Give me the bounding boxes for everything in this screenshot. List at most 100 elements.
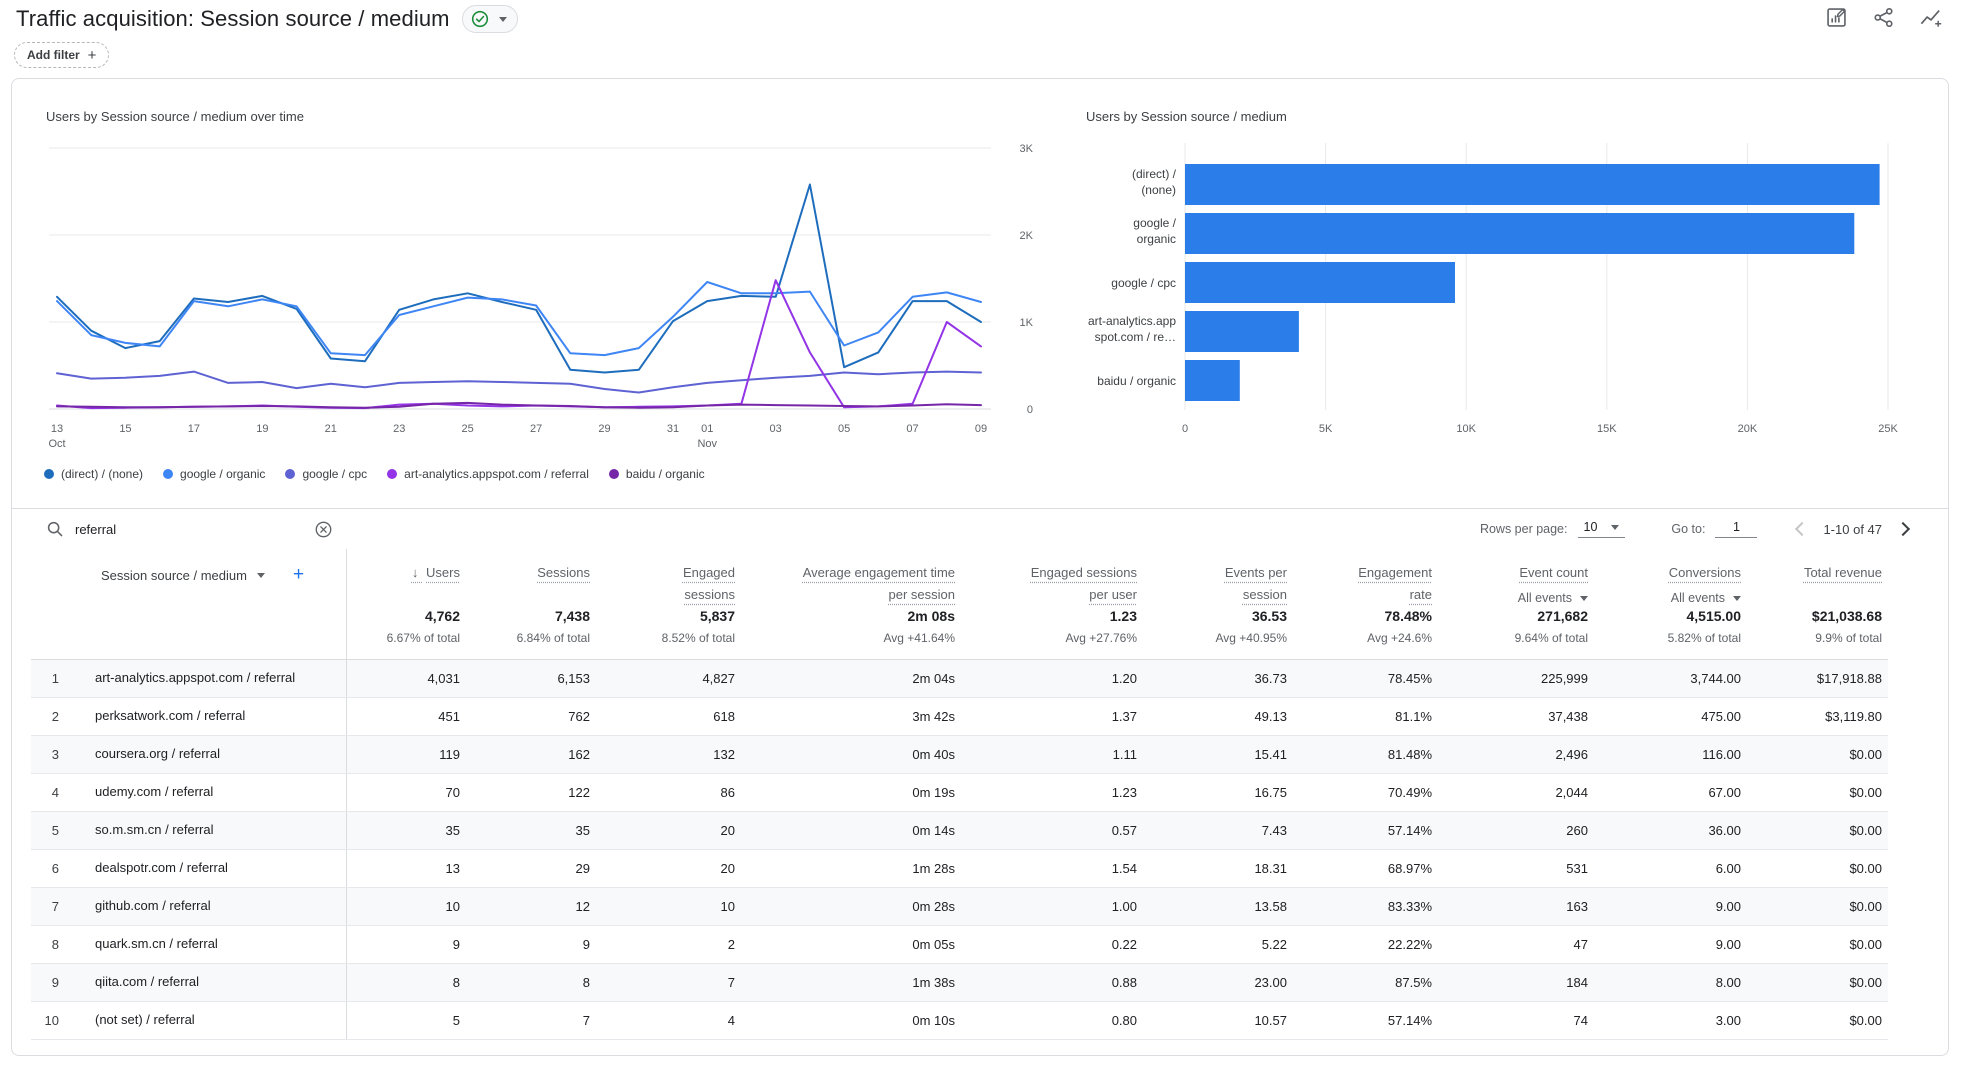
row-metric-value: 1.00 [961,888,1143,926]
column-header-event-count[interactable]: Event countAll events [1438,549,1594,606]
traffic-table: Session source / medium + ↓ UsersSession… [31,549,1888,1040]
row-metric-value: 1m 28s [741,850,961,888]
row-metric-value: 3,744.00 [1594,660,1747,698]
row-metric-value: 531 [1438,850,1594,888]
row-metric-value: 78.45% [1293,660,1438,698]
search-input[interactable] [73,521,305,538]
column-header-engagement-rate[interactable]: Engagementrate [1293,549,1438,606]
bar-1 [1185,164,1880,205]
row-metric-value: 762 [466,698,596,736]
x-axis-tick: 25 [462,423,474,435]
bar-category-label: (direct) / [1132,167,1177,181]
column-header-avg-engagement-time[interactable]: Average engagement timeper session [741,549,961,606]
total-subtext: Avg +24.6% [1293,631,1432,645]
column-header-line: ↓ Users [347,562,461,584]
row-source-medium: qiita.com / referral [81,964,346,1002]
row-metric-value: 10.57 [1143,1002,1293,1040]
x-axis-tick: 29 [598,423,610,435]
goto-page-input[interactable]: 1 [1715,520,1757,538]
chevron-down-icon [257,573,265,578]
row-metric-value: 1.11 [961,736,1143,774]
column-header-engaged-sessions-per-user[interactable]: Engaged sessionsper user [961,549,1143,606]
total-subtext: 8.52% of total [596,631,735,645]
row-metric-value: 7 [466,1002,596,1040]
row-metric-value: 0.22 [961,926,1143,964]
previous-page-icon[interactable] [1795,522,1809,536]
row-metric-value: $0.00 [1747,888,1888,926]
column-header-line: per user [961,584,1137,606]
legend-item: art-analytics.appspot.com / referral [387,467,589,481]
share-icon[interactable] [1872,6,1895,29]
row-source-medium: so.m.sm.cn / referral [81,812,346,850]
column-header-users[interactable]: ↓ Users [346,549,466,606]
row-metric-value: 2 [596,926,741,964]
row-metric-value: 9 [466,926,596,964]
legend-dot-icon [163,469,173,479]
row-metric-value: 36.73 [1143,660,1293,698]
bar-x-axis-tick: 5K [1319,423,1333,435]
row-metric-value: 4,827 [596,660,741,698]
x-axis-tick: 13 [51,423,63,435]
row-metric-value: 1.20 [961,660,1143,698]
line-series [57,282,981,355]
source-medium-label: (not set) / referral [95,1006,307,1035]
report-status-dropdown[interactable] [462,5,518,33]
add-dimension-button[interactable]: + [293,564,304,586]
insights-icon[interactable] [1919,6,1942,29]
total-value: 271,682 [1438,608,1588,624]
legend-dot-icon [609,469,619,479]
legend-dot-icon [285,469,295,479]
customize-report-icon[interactable] [1825,6,1848,29]
row-metric-value: $0.00 [1747,964,1888,1002]
bar-category-label: google / cpc [1111,276,1176,290]
row-metric-value: 0m 05s [741,926,961,964]
row-metric-value: 29 [466,850,596,888]
bar-3 [1185,262,1455,303]
row-metric-value: 0m 28s [741,888,961,926]
total-subtext: Avg +27.76% [961,631,1137,645]
column-header-conversions[interactable]: ConversionsAll events [1594,549,1747,606]
table-row: 2perksatwork.com / referral4517626183m 4… [31,698,1888,736]
row-metric-value: 0.57 [961,812,1143,850]
column-header-sessions[interactable]: Sessions [466,549,596,606]
row-rank: 4 [31,774,81,812]
source-medium-label: coursera.org / referral [95,740,307,769]
next-page-icon[interactable] [1896,522,1910,536]
total-total-revenue: $21,038.689.9% of total [1747,606,1888,660]
row-metric-value: 16.75 [1143,774,1293,812]
clear-search-icon[interactable] [314,520,333,539]
total-value: 4,515.00 [1594,608,1741,624]
legend-item: google / cpc [285,467,367,481]
column-event-filter[interactable]: All events [1594,591,1741,605]
table-toolbar: Rows per page: 10 Go to: 1 1-10 of 47 [12,509,1948,549]
row-metric-value: 20 [596,850,741,888]
x-axis-tick: 05 [838,423,850,435]
column-header-events-per-session[interactable]: Events persession [1143,549,1293,606]
total-engaged-sessions: 5,8378.52% of total [596,606,741,660]
row-metric-value: 10 [346,888,466,926]
row-source-medium: github.com / referral [81,888,346,926]
dimension-header-label: Session source / medium [101,568,247,583]
rows-per-page-select[interactable]: 10 [1578,520,1626,538]
column-header-total-revenue[interactable]: Total revenue [1747,549,1888,606]
row-source-medium: coursera.org / referral [81,736,346,774]
dimension-header[interactable]: Session source / medium + [31,549,346,606]
row-metric-value: 1.54 [961,850,1143,888]
add-filter-button[interactable]: Add filter + [14,42,109,68]
row-metric-value: 37,438 [1438,698,1594,736]
column-header-line: Total revenue [1747,562,1882,584]
column-header-engaged-sessions[interactable]: Engagedsessions [596,549,741,606]
row-metric-value: 13 [346,850,466,888]
plus-icon: + [88,47,97,64]
row-metric-value: 162 [466,736,596,774]
x-axis-tick: 23 [393,423,405,435]
row-metric-value: 475.00 [1594,698,1747,736]
row-metric-value: 10 [596,888,741,926]
row-metric-value: $0.00 [1747,774,1888,812]
column-event-filter[interactable]: All events [1438,591,1588,605]
row-metric-value: 132 [596,736,741,774]
row-metric-value: 5.22 [1143,926,1293,964]
row-metric-value: $0.00 [1747,812,1888,850]
row-source-medium: udemy.com / referral [81,774,346,812]
row-source-medium: quark.sm.cn / referral [81,926,346,964]
